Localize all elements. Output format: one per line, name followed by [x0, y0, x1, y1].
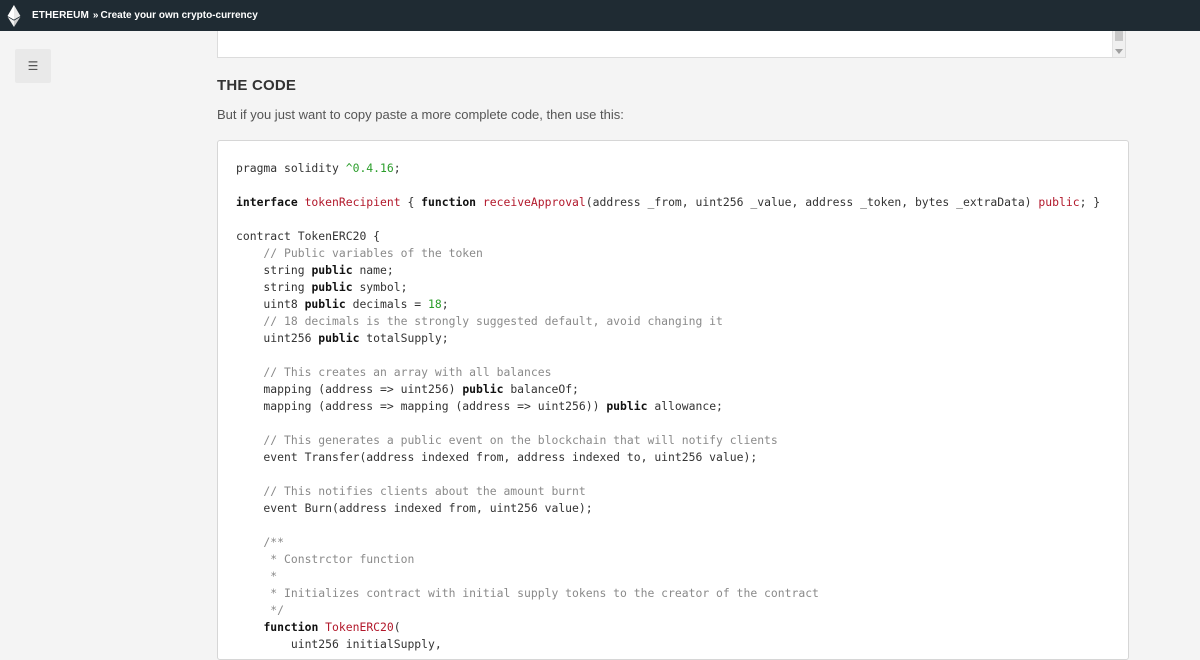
code-token: tokenRecipient [304, 195, 401, 209]
code-token: (address _from, uint256 _value, address … [585, 195, 1039, 209]
code-token: // Public variables of the token [236, 246, 483, 260]
section-intro: But if you just want to copy paste a mor… [217, 107, 624, 122]
code-line: pragma solidity ^0.4.16; [236, 160, 1114, 177]
code-line: */ [236, 602, 1114, 619]
code-token: uint256 [236, 331, 319, 345]
code-line: contract TokenERC20 { [236, 228, 1114, 245]
code-token: uint8 [236, 297, 305, 311]
scroll-down-arrow-icon[interactable] [1115, 49, 1123, 54]
code-token: public [462, 382, 504, 396]
code-line: /** [236, 534, 1114, 551]
breadcrumb-page[interactable]: Create your own crypto-currency [100, 10, 257, 21]
code-token: public [1038, 195, 1080, 209]
code-line: uint8 public decimals = 18; [236, 296, 1114, 313]
code-token: // This generates a public event on the … [236, 433, 778, 447]
code-line: function TokenERC20( [236, 619, 1114, 636]
code-token: { [400, 195, 422, 209]
code-line: // Public variables of the token [236, 245, 1114, 262]
code-token: balanceOf; [503, 382, 579, 396]
code-token: contract TokenERC20 { [236, 229, 381, 243]
code-line: mapping (address => uint256) public bala… [236, 381, 1114, 398]
code-line: interface tokenRecipient { function rece… [236, 194, 1114, 211]
code-token: event Burn(address indexed from, uint256… [236, 501, 593, 515]
code-line: event Transfer(address indexed from, add… [236, 449, 1114, 466]
code-token: interface [236, 195, 305, 209]
code-token: 18 [428, 297, 442, 311]
code-line: uint256 initialSupply, [236, 636, 1114, 653]
code-token: function [421, 195, 483, 209]
code-line: string public symbol; [236, 279, 1114, 296]
code-token: ; [441, 297, 449, 311]
code-token: allowance; [647, 399, 723, 413]
code-line: // This generates a public event on the … [236, 432, 1114, 449]
code-token: decimals = [345, 297, 429, 311]
code-line: uint256 public totalSupply; [236, 330, 1114, 347]
code-line: * Initializes contract with initial supp… [236, 585, 1114, 602]
code-block: pragma solidity ^0.4.16; interface token… [217, 140, 1129, 660]
code-content: pragma solidity ^0.4.16; interface token… [236, 160, 1114, 653]
code-token: mapping (address => mapping (address => … [236, 399, 607, 413]
code-line: string public name; [236, 262, 1114, 279]
code-token: name; [352, 263, 394, 277]
code-line: // 18 decimals is the strongly suggested… [236, 313, 1114, 330]
code-token: uint256 initialSupply, [236, 637, 442, 651]
code-token: */ [236, 603, 285, 617]
scrollbar[interactable] [1112, 31, 1125, 57]
code-token: * Initializes contract with initial supp… [236, 586, 819, 600]
breadcrumb-separator: » [92, 10, 99, 21]
scrollbar-thumb[interactable] [1115, 31, 1123, 41]
code-token: string [236, 280, 312, 294]
code-token: // This notifies clients about the amoun… [236, 484, 586, 498]
ethereum-logo-icon[interactable] [6, 4, 22, 27]
code-line: * Constrctor function [236, 551, 1114, 568]
code-token: // This creates an array with all balanc… [236, 365, 552, 379]
menu-toggle-button[interactable]: ☰ [15, 49, 51, 83]
code-token: TokenERC20 [325, 620, 394, 634]
code-token: ; } [1079, 195, 1101, 209]
code-token: pragma solidity [236, 161, 346, 175]
code-token: public [304, 297, 346, 311]
code-line: // This creates an array with all balanc… [236, 364, 1114, 381]
code-token: /** [236, 535, 285, 549]
code-token: event Transfer(address indexed from, add… [236, 450, 758, 464]
top-bar: ETHEREUM » Create your own crypto-curren… [0, 0, 1200, 31]
code-token: totalSupply; [359, 331, 449, 345]
code-token: string [236, 263, 312, 277]
hamburger-icon: ☰ [27, 59, 39, 73]
code-token: mapping (address => uint256) [236, 382, 463, 396]
code-token: function [263, 620, 326, 634]
code-token: public [311, 280, 353, 294]
code-line: event Burn(address indexed from, uint256… [236, 500, 1114, 517]
code-token: receiveApproval [482, 195, 586, 209]
code-token: symbol; [352, 280, 408, 294]
code-token: * [236, 569, 278, 583]
code-token: ( [393, 620, 401, 634]
code-token: ; [393, 161, 401, 175]
code-token: public [606, 399, 648, 413]
code-line: * [236, 568, 1114, 585]
code-token: public [318, 331, 360, 345]
code-token: public [311, 263, 353, 277]
code-token: ^0.4.16 [345, 161, 394, 175]
breadcrumb-root[interactable]: ETHEREUM [32, 10, 89, 21]
code-token: * Constrctor function [236, 552, 415, 566]
previous-code-box [217, 31, 1126, 58]
code-line: // This notifies clients about the amoun… [236, 483, 1114, 500]
section-title: THE CODE [217, 77, 297, 94]
code-token: // 18 decimals is the strongly suggested… [236, 314, 723, 328]
code-line: mapping (address => mapping (address => … [236, 398, 1114, 415]
